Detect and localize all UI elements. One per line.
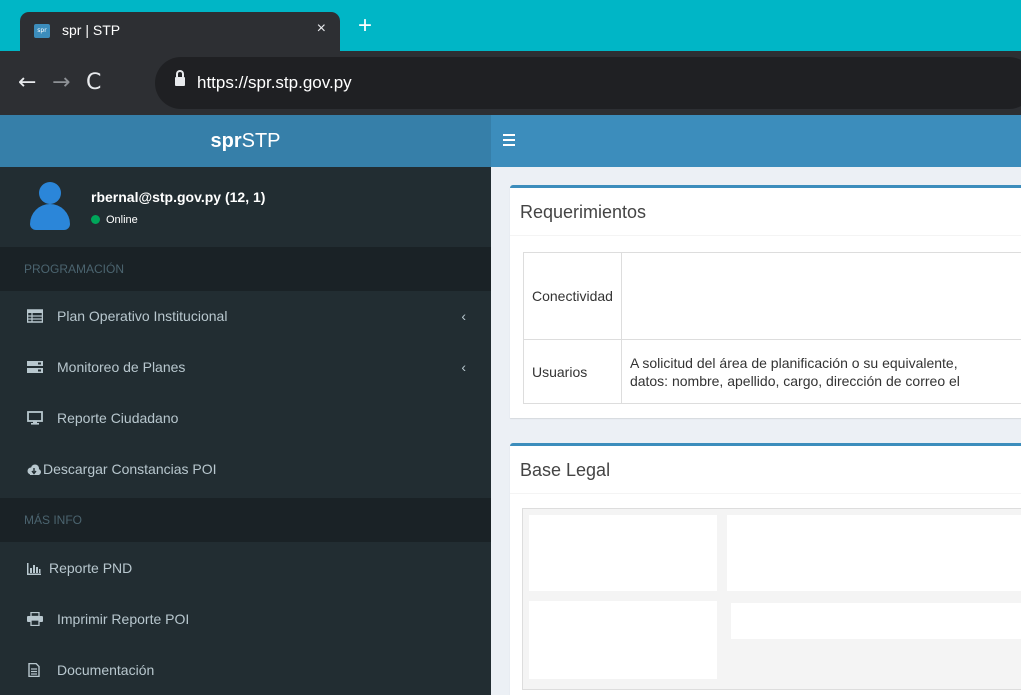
table-cell: Usuarios <box>523 339 622 404</box>
sidebar-item-label: Imprimir Reporte POI <box>57 611 190 627</box>
top-navbar <box>491 115 1021 167</box>
bar-chart-icon <box>27 545 43 575</box>
browser-tab-strip: spr spr | STP × + <box>0 0 1021 51</box>
table-cell <box>529 515 717 591</box>
cell-label: Conectividad <box>532 288 613 304</box>
user-panel: rbernal@stp.gov.py (12, 1) Online <box>0 167 491 247</box>
table-cell <box>529 601 717 679</box>
cell-label: Usuarios <box>532 363 588 380</box>
base-legal-box: Base Legal <box>510 443 1021 695</box>
logo-rest: STP <box>241 130 281 152</box>
table-cell <box>727 515 1021 591</box>
favicon-icon: spr <box>34 24 50 38</box>
requerimientos-table: Conectividad Usuarios A solicitud del ár… <box>523 252 1021 404</box>
print-icon <box>27 596 47 627</box>
requerimientos-box: Requerimientos Conectividad Usuarios A s… <box>510 185 1021 418</box>
chevron-left-icon: ‹ <box>461 359 466 375</box>
forward-arrow-icon[interactable]: → <box>52 71 70 95</box>
desktop-icon <box>27 395 47 425</box>
browser-toolbar: ← → C https://spr.stp.gov.py <box>0 51 1021 115</box>
sidebar-item-reporte-pnd[interactable]: Reporte PND <box>0 543 491 594</box>
address-bar[interactable]: https://spr.stp.gov.py <box>155 57 1021 109</box>
logo-bold: spr <box>210 130 242 152</box>
user-status-label: Online <box>106 214 138 226</box>
main-content: Requerimientos Conectividad Usuarios A s… <box>491 167 1021 695</box>
requerimientos-title: Requerimientos <box>510 188 1021 236</box>
base-legal-title: Base Legal <box>510 446 1021 494</box>
sidebar-item-label: Reporte PND <box>49 560 133 576</box>
new-tab-button[interactable]: + <box>358 13 372 39</box>
sidebar-item-monitoreo[interactable]: Monitoreo de Planes ‹ <box>0 342 491 393</box>
table-cell <box>620 252 1021 340</box>
chevron-left-icon: ‹ <box>461 308 466 324</box>
sidebar-item-label: Descargar Constancias POI <box>43 461 217 477</box>
user-status: Online <box>91 214 138 226</box>
tab-title: spr | STP <box>62 22 121 38</box>
section-header-mas-info: MÁS INFO <box>0 498 491 542</box>
app-logo-bar[interactable]: sprSTP <box>0 115 491 167</box>
table-cell <box>731 603 1021 639</box>
sidebar-item-documentacion[interactable]: Documentación <box>0 645 491 695</box>
sidebar-item-imprimir-reporte[interactable]: Imprimir Reporte POI <box>0 594 491 645</box>
cell-value-line: A solicitud del área de planificación o … <box>629 354 958 371</box>
cell-value-line: datos: nombre, apellido, cargo, direcció… <box>629 372 960 389</box>
server-icon <box>27 344 47 373</box>
online-dot-icon <box>91 215 100 224</box>
sidebar-item-label: Monitoreo de Planes <box>57 359 186 375</box>
table-row: Conectividad <box>523 252 1021 340</box>
sidebar-item-descargar-constancias[interactable]: Descargar Constancias POI <box>0 444 491 495</box>
sidebar-item-label: Reporte Ciudadano <box>57 410 179 426</box>
sidebar-item-label: Documentación <box>57 662 155 678</box>
table-cell: Conectividad <box>523 252 622 340</box>
sidebar-item-reporte-ciudadano[interactable]: Reporte Ciudadano <box>0 393 491 444</box>
sidebar-item-plan-operativo[interactable]: Plan Operativo Institucional ‹ <box>0 291 491 342</box>
section-header-programacion: PROGRAMACIÓN <box>0 247 491 291</box>
cloud-download-icon <box>27 446 41 475</box>
file-text-icon <box>27 647 47 678</box>
browser-tab[interactable]: spr spr | STP × <box>20 12 340 51</box>
sidebar-item-label: Plan Operativo Institucional <box>57 308 228 324</box>
url-text[interactable]: https://spr.stp.gov.py <box>197 73 352 93</box>
lock-icon <box>175 70 185 87</box>
reload-icon[interactable]: C <box>86 71 101 95</box>
close-tab-icon[interactable]: × <box>317 20 326 38</box>
user-name: rbernal@stp.gov.py (12, 1) <box>91 189 266 205</box>
table-row: Usuarios A solicitud del área de planifi… <box>523 339 1021 404</box>
table-icon <box>26 293 47 323</box>
sidebar: rbernal@stp.gov.py (12, 1) Online PROGRA… <box>0 167 491 695</box>
table-cell: A solicitud del área de planificación o … <box>620 339 1021 404</box>
menu-toggle-icon[interactable] <box>503 134 515 146</box>
avatar <box>28 182 72 230</box>
base-legal-table <box>522 508 1021 690</box>
app-logo[interactable]: sprSTP <box>0 115 491 167</box>
back-arrow-icon[interactable]: ← <box>18 71 36 95</box>
